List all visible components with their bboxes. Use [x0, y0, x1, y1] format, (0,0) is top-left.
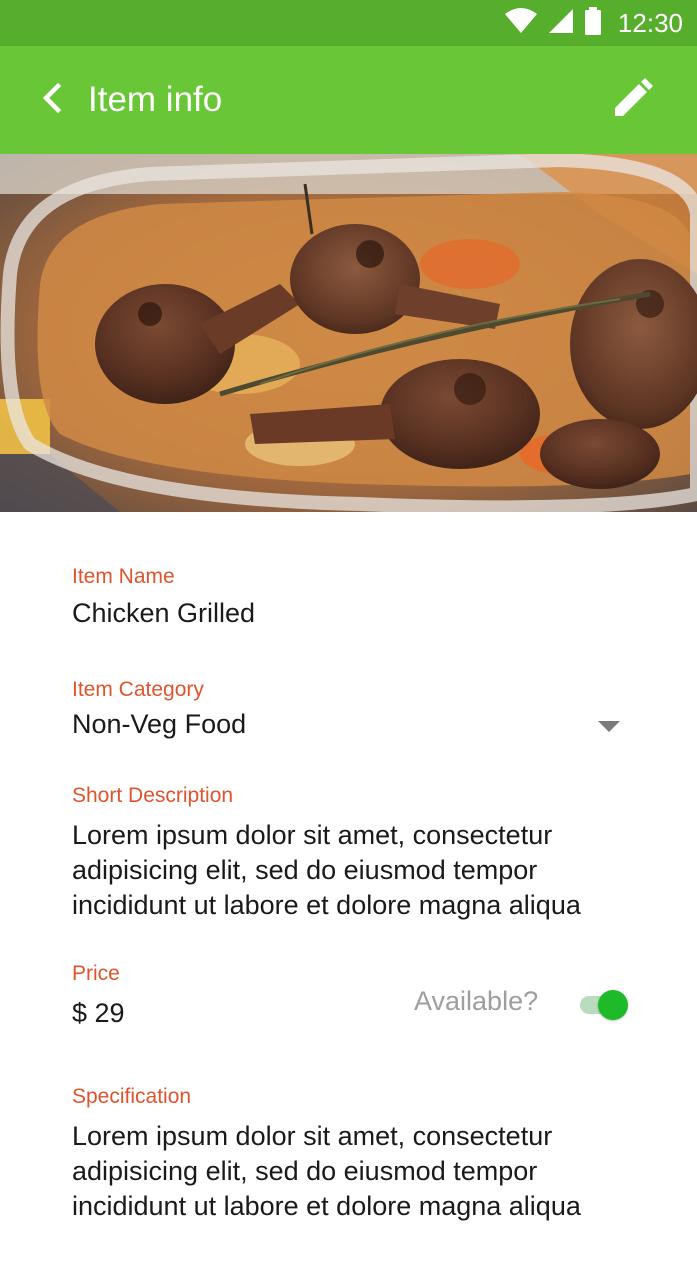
short-description-field[interactable]: Lorem ipsum dolor sit amet, consectetur … — [72, 818, 652, 923]
available-label: Available? — [414, 986, 539, 1016]
status-bar: 12:30 — [0, 0, 697, 46]
short-description-line: adipisicing elit, sed do eiusmod tempor — [72, 855, 538, 885]
chevron-left-icon — [39, 82, 65, 118]
specification-line: Lorem ipsum dolor sit amet, consectetur — [72, 1121, 553, 1151]
short-description-line: incididunt ut labore et dolore magna ali… — [72, 890, 581, 920]
item-name-label: Item Name — [72, 565, 175, 588]
toggle-thumb — [598, 990, 628, 1020]
chicken-dish-illustration — [0, 154, 697, 512]
pencil-icon — [613, 77, 653, 123]
edit-button[interactable] — [609, 76, 657, 124]
price-label: Price — [72, 962, 120, 985]
status-time: 12:30 — [617, 7, 683, 38]
short-description-line: Lorem ipsum dolor sit amet, consectetur — [72, 820, 553, 850]
app-bar: Item info — [0, 46, 697, 154]
short-description-label: Short Description — [72, 784, 234, 807]
item-info-screen: 12:30 Item info Item Name Chicken Grille… — [0, 0, 697, 1280]
specification-line: incididunt ut labore et dolore magna ali… — [72, 1191, 581, 1221]
page-title: Item info — [88, 80, 223, 119]
item-category-select[interactable]: Non-Veg Food — [72, 707, 246, 742]
back-button[interactable] — [28, 76, 76, 124]
price-field[interactable]: $ 29 — [72, 996, 125, 1031]
specification-field[interactable]: Lorem ipsum dolor sit amet, consectetur … — [72, 1119, 652, 1224]
dropdown-arrow-icon[interactable] — [598, 721, 620, 732]
status-icons: 12:30 — [504, 0, 683, 46]
cell-signal-icon — [548, 8, 574, 39]
item-photo — [0, 154, 697, 512]
item-category-label: Item Category — [72, 678, 204, 701]
battery-icon — [584, 6, 602, 40]
specification-line: adipisicing elit, sed do eiusmod tempor — [72, 1156, 538, 1186]
wifi-icon — [504, 7, 538, 39]
specification-label: Specification — [72, 1085, 192, 1108]
available-toggle[interactable] — [580, 990, 628, 1020]
item-name-field[interactable]: Chicken Grilled — [72, 596, 255, 631]
